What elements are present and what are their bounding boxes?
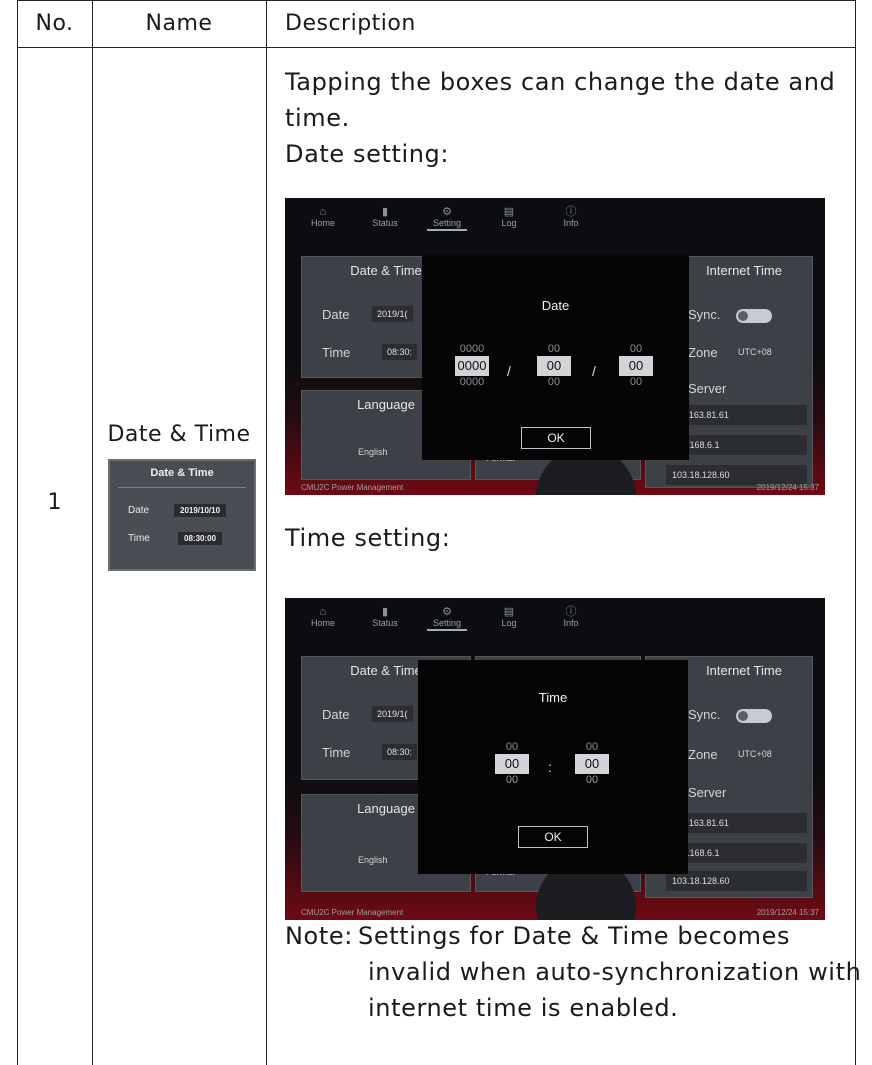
nav-log[interactable]: ▤ Log (489, 206, 529, 231)
intro-line-2: time. (285, 104, 350, 132)
day-wheel[interactable]: 00 00 00 (619, 344, 653, 388)
nav-home[interactable]: ⌂ Home (303, 206, 343, 231)
sync-label: Sync. (688, 307, 721, 322)
sync-toggle[interactable] (736, 709, 772, 723)
time-box[interactable]: 08:30: (382, 344, 418, 360)
nav-log[interactable]: ▤ Log (489, 606, 529, 631)
time-ok-button[interactable]: OK (518, 826, 588, 848)
sync-label: Sync. (688, 707, 721, 722)
date-ok-button[interactable]: OK (521, 427, 591, 449)
time-dialog: Time 00 00 00 : 00 00 00 OK (418, 660, 688, 874)
date-separator-2: / (592, 363, 596, 379)
zone-value[interactable]: UTC+08 (738, 749, 772, 759)
sync-toggle[interactable] (736, 309, 772, 323)
home-icon: ⌂ (319, 206, 327, 218)
log-icon: ▤ (503, 206, 515, 218)
intro-line-1: Tapping the boxes can change the date an… (285, 68, 836, 96)
footer-datetime: 2019/12/24 15:37 (756, 483, 819, 492)
date-label: Date (322, 307, 350, 322)
server-3[interactable]: 103.18.128.60 (666, 871, 807, 891)
time-separator: : (548, 759, 552, 775)
nav-setting[interactable]: ⚙ Setting (427, 606, 467, 631)
zone-label: Zone (688, 747, 718, 762)
nav-info[interactable]: ⓘ Info (551, 206, 591, 231)
server-label: Server (688, 785, 727, 800)
time-setting-heading: Time setting: (285, 524, 451, 552)
internet-time-title: Internet Time (706, 263, 782, 278)
column-divider-2 (266, 0, 267, 1065)
time-dialog-title: Time (538, 690, 568, 705)
header-description: Description (285, 11, 416, 36)
home-icon: ⌂ (319, 606, 327, 618)
nav-info[interactable]: ⓘ Info (551, 606, 591, 631)
nav-status[interactable]: ▮ Status (365, 606, 405, 631)
table-border-right (855, 0, 856, 1065)
header-no: No. (35, 11, 74, 36)
date-setting-heading: Date setting: (285, 140, 450, 168)
info-icon: ⓘ (565, 606, 577, 618)
language-value[interactable]: English (358, 855, 388, 865)
row-number: 1 (47, 490, 62, 515)
time-setting-screenshot: ⌂ Home ▮ Status ⚙ Setting ▤ Log ⓘ Info Date &… (285, 598, 825, 920)
note-line-3: internet time is enabled. (368, 994, 679, 1022)
header-name: Name (145, 11, 213, 36)
thumbnail-title: Date & Time (150, 467, 214, 479)
date-dialog: Date 0000 0000 0000 / 00 00 00 / 00 00 00 OK (422, 254, 689, 460)
note-line-1: Settings for Date & Time becomes (358, 922, 791, 950)
hour-wheel[interactable]: 00 00 00 (495, 742, 529, 786)
top-nav: ⌂ Home ▮ Status ⚙ Setting ▤ Log ⓘ Info (303, 206, 591, 231)
server-label: Server (688, 381, 727, 396)
time-box[interactable]: 08:30: (382, 744, 418, 760)
minute-wheel[interactable]: 00 00 00 (575, 742, 609, 786)
setting-icon: ⚙ (442, 206, 452, 218)
nav-status[interactable]: ▮ Status (365, 206, 405, 231)
date-separator-1: / (507, 363, 511, 379)
date-box[interactable]: 2019/1( (372, 706, 413, 722)
language-value[interactable]: English (358, 447, 388, 457)
date-setting-screenshot: ⌂ Home ▮ Status ⚙ Setting ▤ Log ⓘ Info Date &… (285, 198, 825, 495)
table-border-left (17, 0, 18, 1065)
date-label: Date (322, 707, 350, 722)
thumbnail-date-value: 2019/10/10 (174, 504, 227, 517)
info-icon: ⓘ (565, 206, 577, 218)
setting-icon: ⚙ (442, 606, 452, 618)
row-name: Date & Time (107, 422, 251, 447)
month-wheel[interactable]: 00 00 00 (537, 344, 571, 388)
thumbnail-time-label: Time (128, 533, 150, 544)
nav-setting[interactable]: ⚙ Setting (427, 206, 467, 231)
column-divider-1 (92, 0, 93, 1065)
thumbnail-divider (118, 487, 246, 488)
header-divider (17, 47, 856, 48)
footer-app-name: CMU2C Power Management (301, 908, 404, 917)
date-dialog-title: Date (541, 298, 570, 313)
year-wheel[interactable]: 0000 0000 0000 (455, 344, 489, 388)
zone-label: Zone (688, 345, 718, 360)
datetime-thumbnail: Date & Time Date 2019/10/10 Time 08:30:0… (108, 459, 256, 571)
status-icon: ▮ (381, 606, 389, 618)
status-icon: ▮ (381, 206, 389, 218)
time-label: Time (322, 745, 351, 760)
time-label: Time (322, 345, 351, 360)
top-nav: ⌂ Home ▮ Status ⚙ Setting ▤ Log ⓘ Info (303, 606, 591, 631)
internet-time-title: Internet Time (706, 663, 782, 678)
thumbnail-date-label: Date (128, 505, 150, 516)
footer-datetime: 2019/12/24 15:37 (756, 908, 819, 917)
server-3[interactable]: 103.18.128.60 (666, 465, 807, 485)
nav-home[interactable]: ⌂ Home (303, 606, 343, 631)
footer-app-name: CMU2C Power Management (301, 483, 404, 492)
log-icon: ▤ (503, 606, 515, 618)
thumbnail-time-value: 08:30:00 (178, 532, 223, 545)
note-line-2: invalid when auto-synchronization with (368, 958, 862, 986)
zone-value[interactable]: UTC+08 (738, 347, 772, 357)
date-box[interactable]: 2019/1( (372, 306, 413, 322)
note-prefix: Note: (285, 922, 353, 950)
